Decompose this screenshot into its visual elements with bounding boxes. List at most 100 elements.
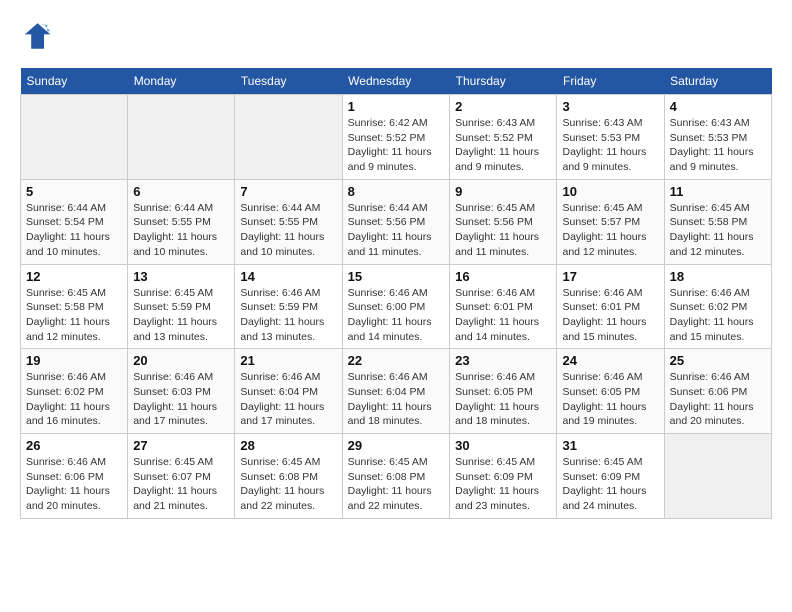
day-info: Sunrise: 6:44 AMSunset: 5:55 PMDaylight:… (240, 201, 336, 260)
day-number: 10 (562, 184, 658, 199)
calendar-cell (128, 95, 235, 180)
calendar-cell: 10 Sunrise: 6:45 AMSunset: 5:57 PMDayligh… (557, 179, 664, 264)
day-number: 8 (348, 184, 445, 199)
day-number: 24 (562, 353, 658, 368)
week-row-2: 12 Sunrise: 6:45 AMSunset: 5:58 PMDayligh… (21, 264, 772, 349)
day-number: 25 (670, 353, 766, 368)
day-info: Sunrise: 6:46 AMSunset: 6:04 PMDaylight:… (240, 370, 336, 429)
day-number: 14 (240, 269, 336, 284)
day-info: Sunrise: 6:45 AMSunset: 5:56 PMDaylight:… (455, 201, 551, 260)
calendar-cell: 15Sunrise: 6:46 AMSunset: 6:00 PMDayligh… (342, 264, 450, 349)
day-number: 29 (348, 438, 445, 453)
calendar-cell: 9Sunrise: 6:45 AMSunset: 5:56 PMDaylight… (450, 179, 557, 264)
day-info: Sunrise: 6:46 AMSunset: 6:02 PMDaylight:… (670, 286, 766, 345)
calendar-cell: 11 Sunrise: 6:45 AMSunset: 5:58 PMDayligh… (664, 179, 771, 264)
calendar-cell: 6 Sunrise: 6:44 AMSunset: 5:55 PMDaylight… (128, 179, 235, 264)
calendar-cell: 23Sunrise: 6:46 AMSunset: 6:05 PMDayligh… (450, 349, 557, 434)
day-info: Sunrise: 6:42 AMSunset: 5:52 PMDaylight:… (348, 116, 445, 175)
day-number: 23 (455, 353, 551, 368)
weekday-header-monday: Monday (128, 68, 235, 95)
calendar-cell: 17 Sunrise: 6:46 AMSunset: 6:01 PMDayligh… (557, 264, 664, 349)
week-row-0: 1Sunrise: 6:42 AMSunset: 5:52 PMDaylight… (21, 95, 772, 180)
day-info: Sunrise: 6:43 AMSunset: 5:53 PMDaylight:… (562, 116, 658, 175)
week-row-4: 26Sunrise: 6:46 AMSunset: 6:06 PMDayligh… (21, 434, 772, 519)
day-info: Sunrise: 6:45 AMSunset: 6:07 PMDaylight:… (133, 455, 229, 514)
day-number: 13 (133, 269, 229, 284)
day-info: Sunrise: 6:45 AMSunset: 5:58 PMDaylight:… (670, 201, 766, 260)
calendar-cell: 30 Sunrise: 6:45 AMSunset: 6:09 PMDayligh… (450, 434, 557, 519)
day-info: Sunrise: 6:46 AMSunset: 6:05 PMDaylight:… (562, 370, 658, 429)
day-number: 5 (26, 184, 122, 199)
calendar-table: SundayMondayTuesdayWednesdayThursdayFrid… (20, 68, 772, 519)
day-info: Sunrise: 6:45 AMSunset: 5:58 PMDaylight:… (26, 286, 122, 345)
day-info: Sunrise: 6:45 AMSunset: 6:08 PMDaylight:… (240, 455, 336, 514)
day-number: 22 (348, 353, 445, 368)
calendar-cell: 4 Sunrise: 6:43 AMSunset: 5:53 PMDaylight… (664, 95, 771, 180)
day-number: 20 (133, 353, 229, 368)
day-number: 2 (455, 99, 551, 114)
day-info: Sunrise: 6:46 AMSunset: 5:59 PMDaylight:… (240, 286, 336, 345)
week-row-1: 5 Sunrise: 6:44 AMSunset: 5:54 PMDaylight… (21, 179, 772, 264)
calendar-cell: 31 Sunrise: 6:45 AMSunset: 6:09 PMDayligh… (557, 434, 664, 519)
day-info: Sunrise: 6:46 AMSunset: 6:01 PMDaylight:… (562, 286, 658, 345)
day-info: Sunrise: 6:45 AMSunset: 6:09 PMDaylight:… (455, 455, 551, 514)
calendar-cell: 25 Sunrise: 6:46 AMSunset: 6:06 PMDayligh… (664, 349, 771, 434)
day-number: 11 (670, 184, 766, 199)
day-info: Sunrise: 6:46 AMSunset: 6:06 PMDaylight:… (26, 455, 122, 514)
day-number: 7 (240, 184, 336, 199)
calendar-cell: 12 Sunrise: 6:45 AMSunset: 5:58 PMDayligh… (21, 264, 128, 349)
day-number: 6 (133, 184, 229, 199)
day-number: 16 (455, 269, 551, 284)
calendar-cell: 7 Sunrise: 6:44 AMSunset: 5:55 PMDaylight… (235, 179, 342, 264)
calendar-cell: 5 Sunrise: 6:44 AMSunset: 5:54 PMDaylight… (21, 179, 128, 264)
calendar-cell: 24 Sunrise: 6:46 AMSunset: 6:05 PMDayligh… (557, 349, 664, 434)
calendar-cell: 21 Sunrise: 6:46 AMSunset: 6:04 PMDayligh… (235, 349, 342, 434)
calendar-cell: 8 Sunrise: 6:44 AMSunset: 5:56 PMDaylight… (342, 179, 450, 264)
calendar-cell: 18 Sunrise: 6:46 AMSunset: 6:02 PMDayligh… (664, 264, 771, 349)
calendar-cell: 3 Sunrise: 6:43 AMSunset: 5:53 PMDaylight… (557, 95, 664, 180)
day-info: Sunrise: 6:43 AMSunset: 5:53 PMDaylight:… (670, 116, 766, 175)
day-number: 27 (133, 438, 229, 453)
day-info: Sunrise: 6:45 AMSunset: 5:59 PMDaylight:… (133, 286, 229, 345)
weekday-header-thursday: Thursday (450, 68, 557, 95)
weekday-header-row: SundayMondayTuesdayWednesdayThursdayFrid… (21, 68, 772, 95)
week-row-3: 19Sunrise: 6:46 AMSunset: 6:02 PMDayligh… (21, 349, 772, 434)
calendar-cell: 2 Sunrise: 6:43 AMSunset: 5:52 PMDaylight… (450, 95, 557, 180)
day-number: 30 (455, 438, 551, 453)
day-info: Sunrise: 6:43 AMSunset: 5:52 PMDaylight:… (455, 116, 551, 175)
weekday-header-saturday: Saturday (664, 68, 771, 95)
day-info: Sunrise: 6:46 AMSunset: 6:06 PMDaylight:… (670, 370, 766, 429)
calendar-cell: 14 Sunrise: 6:46 AMSunset: 5:59 PMDayligh… (235, 264, 342, 349)
day-number: 31 (562, 438, 658, 453)
weekday-header-sunday: Sunday (21, 68, 128, 95)
day-info: Sunrise: 6:44 AMSunset: 5:56 PMDaylight:… (348, 201, 445, 260)
day-number: 12 (26, 269, 122, 284)
calendar-cell: 29 Sunrise: 6:45 AMSunset: 6:08 PMDayligh… (342, 434, 450, 519)
day-number: 18 (670, 269, 766, 284)
calendar-cell: 16Sunrise: 6:46 AMSunset: 6:01 PMDayligh… (450, 264, 557, 349)
weekday-header-friday: Friday (557, 68, 664, 95)
weekday-header-wednesday: Wednesday (342, 68, 450, 95)
page-header (20, 20, 772, 52)
calendar-cell: 26Sunrise: 6:46 AMSunset: 6:06 PMDayligh… (21, 434, 128, 519)
day-info: Sunrise: 6:46 AMSunset: 6:04 PMDaylight:… (348, 370, 445, 429)
day-info: Sunrise: 6:45 AMSunset: 6:09 PMDaylight:… (562, 455, 658, 514)
day-info: Sunrise: 6:44 AMSunset: 5:54 PMDaylight:… (26, 201, 122, 260)
day-info: Sunrise: 6:45 AMSunset: 6:08 PMDaylight:… (348, 455, 445, 514)
day-info: Sunrise: 6:46 AMSunset: 6:03 PMDaylight:… (133, 370, 229, 429)
day-number: 21 (240, 353, 336, 368)
logo-icon (20, 20, 52, 52)
day-number: 4 (670, 99, 766, 114)
calendar-cell (235, 95, 342, 180)
calendar-cell: 19Sunrise: 6:46 AMSunset: 6:02 PMDayligh… (21, 349, 128, 434)
day-number: 28 (240, 438, 336, 453)
calendar-cell: 1Sunrise: 6:42 AMSunset: 5:52 PMDaylight… (342, 95, 450, 180)
day-info: Sunrise: 6:46 AMSunset: 6:00 PMDaylight:… (348, 286, 445, 345)
day-info: Sunrise: 6:45 AMSunset: 5:57 PMDaylight:… (562, 201, 658, 260)
day-number: 3 (562, 99, 658, 114)
day-info: Sunrise: 6:44 AMSunset: 5:55 PMDaylight:… (133, 201, 229, 260)
calendar-cell: 27 Sunrise: 6:45 AMSunset: 6:07 PMDayligh… (128, 434, 235, 519)
calendar-cell (664, 434, 771, 519)
day-number: 17 (562, 269, 658, 284)
calendar-cell: 20 Sunrise: 6:46 AMSunset: 6:03 PMDayligh… (128, 349, 235, 434)
